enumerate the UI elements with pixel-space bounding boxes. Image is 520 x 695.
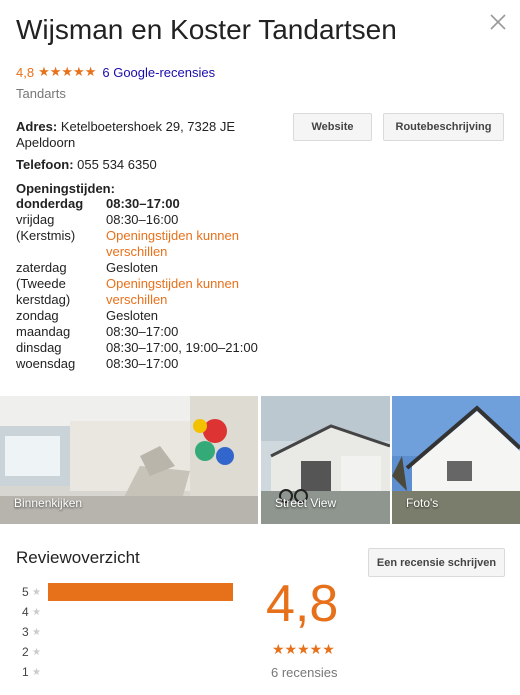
hours-row: zaterdag Gesloten	[16, 260, 266, 276]
star-icon: ★	[32, 606, 41, 618]
photo-tile-interior[interactable]: Binnenkijken	[0, 396, 258, 524]
hours-note: Openingstijden kunnen verschillen	[106, 228, 239, 259]
website-button[interactable]: Website	[293, 113, 372, 141]
photo-caption-photos: Foto's	[406, 496, 439, 510]
hours-day: woensdag	[16, 356, 76, 371]
hours-row: donderdag 08:30–17:00	[16, 196, 266, 212]
photo-caption-interior: Binnenkijken	[14, 496, 83, 510]
star-icon: ★	[32, 666, 41, 678]
hours-heading: Openingstijden:	[16, 181, 115, 196]
hours-day: zaterdag	[16, 260, 67, 275]
hours-time: 08:30–17:00	[106, 196, 180, 211]
distribution-row: 1 ★	[22, 662, 48, 682]
star-icon: ★	[32, 646, 41, 658]
address-label: Adres:	[16, 119, 58, 134]
distribution-stars-label: 3	[22, 625, 29, 639]
hours-day: (Kerstmis)	[16, 228, 76, 243]
star-icon: ★	[32, 586, 41, 598]
phone-number[interactable]: 055 534 6350	[77, 157, 157, 172]
star-icon: ★	[32, 626, 41, 638]
hours-time: 08:30–17:00	[106, 356, 179, 371]
average-stars-icon: ★★★★★	[272, 641, 335, 657]
hours-table[interactable]: donderdag 08:30–17:00 vrijdag 08:30–16:00 (K…	[16, 196, 266, 372]
distribution-row: 4 ★	[22, 602, 48, 622]
distribution-row: 2 ★	[22, 642, 48, 662]
hours-note: Openingstijden kunnen verschillen	[106, 276, 239, 307]
hours-row: dinsdag 08:30–17:00, 19:00–21:00	[16, 340, 266, 356]
business-title: Wijsman en Koster Tandartsen	[16, 14, 397, 45]
hours-row: vrijdag 08:30–16:00	[16, 212, 266, 228]
review-overview-title: Reviewoverzicht	[16, 548, 140, 567]
photo-strip: Binnenkijken Street View Foto's	[0, 396, 520, 524]
rating-value: 4,8	[16, 64, 35, 80]
address-line2[interactable]: Apeldoorn	[16, 135, 75, 150]
hours-time: 08:30–17:00, 19:00–21:00	[106, 340, 258, 355]
hours-row: zondag Gesloten	[16, 308, 266, 324]
rating-stars-icon: ★★★★★	[38, 64, 97, 79]
write-review-button[interactable]: Een recensie schrijven	[368, 548, 505, 577]
address-block: Adres: Ketelboetershoek 29, 7328 JE Apel…	[16, 119, 256, 151]
hours-time: 08:30–16:00	[106, 212, 179, 227]
hours-row: (Kerstmis) Openingstijden kunnen verschil…	[16, 228, 266, 260]
distribution-stars-label: 1	[22, 665, 29, 679]
photo-caption-streetview: Street View	[275, 496, 337, 510]
hours-day: maandag	[16, 324, 71, 339]
close-icon[interactable]	[486, 10, 510, 34]
hours-time: Gesloten	[106, 308, 159, 323]
hours-row: woensdag 08:30–17:00	[16, 356, 266, 372]
hours-day: (Tweede kerstdag)	[16, 276, 71, 307]
distribution-stars-label: 4	[22, 605, 29, 619]
address-line1[interactable]: Ketelboetershoek 29, 7328 JE	[61, 119, 235, 134]
distribution-row: 3 ★	[22, 622, 48, 642]
hours-time: 08:30–17:00	[106, 324, 179, 339]
hours-day: vrijdag	[16, 212, 55, 227]
hours-time: Gesloten	[106, 260, 159, 275]
distribution-stars-label: 5	[22, 585, 29, 599]
photo-tile-streetview[interactable]: Street View	[261, 396, 390, 524]
hours-row: (Tweede kerstdag) Openingstijden kunnen v…	[16, 276, 266, 308]
phone-label: Telefoon:	[16, 157, 74, 172]
distribution-bar	[48, 583, 233, 601]
hours-day: dinsdag	[16, 340, 62, 355]
business-category: Tandarts	[16, 86, 66, 101]
google-reviews-link[interactable]: 6 Google-recensies	[102, 65, 215, 80]
hours-day: zondag	[16, 308, 59, 323]
distribution-stars-label: 2	[22, 645, 29, 659]
phone-block: Telefoon: 055 534 6350	[16, 157, 157, 173]
review-count: 6 recensies	[271, 665, 338, 680]
photo-tile-photos[interactable]: Foto's	[392, 396, 520, 524]
rating-row: 4,8 ★★★★★ 6 Google-recensies	[16, 64, 215, 80]
average-rating: 4,8	[266, 575, 339, 633]
distribution-row: 5 ★	[22, 582, 233, 602]
hours-day: donderdag	[16, 196, 84, 211]
directions-button[interactable]: Routebeschrijving	[383, 113, 504, 141]
hours-row: maandag 08:30–17:00	[16, 324, 266, 340]
